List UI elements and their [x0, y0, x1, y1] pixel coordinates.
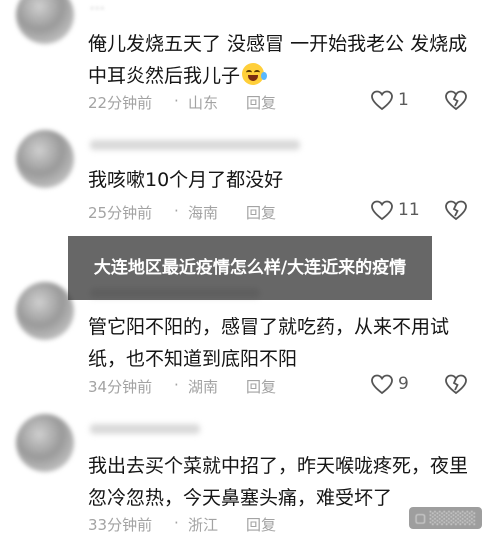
avatar[interactable] [16, 414, 74, 472]
overlay-title: 大连地区最近疫情怎么样/大连近来的疫情 [93, 257, 407, 278]
comment-text-content: 管它阳不阳的，感冒了就吃药，从来不用试纸，也不知道到底阳不阳 [88, 316, 450, 370]
like-count: 11 [398, 200, 420, 220]
comment-location: 湖南 [188, 378, 219, 396]
like-button[interactable]: 11 [370, 199, 420, 221]
dislike-button[interactable] [444, 373, 468, 399]
separator-dot: · [174, 514, 179, 532]
separator-dot: · [174, 202, 179, 220]
reply-button[interactable]: 回复 [246, 92, 276, 113]
dislike-button[interactable] [444, 89, 468, 115]
reply-button[interactable]: 回复 [246, 376, 276, 397]
laughing-tears-emoji-icon [242, 63, 268, 85]
comment-meta: 22分钟前 · 山东 回复 1 [88, 89, 480, 116]
broken-heart-icon [445, 200, 467, 221]
broken-heart-icon [445, 374, 467, 395]
title-overlay: 大连地区最近疫情怎么样/大连近来的疫情 [68, 236, 432, 300]
comment-time: 22分钟前 [88, 94, 153, 112]
username[interactable]: ··· [90, 2, 105, 17]
comment-time: 33分钟前 [88, 516, 153, 534]
comment-text: 俺儿发烧五天了 没感冒 一开始我老公 发烧成中耳炎然后我儿子 [88, 28, 468, 92]
username-blur [90, 140, 300, 150]
dislike-button[interactable] [444, 199, 468, 225]
like-button[interactable]: 1 [370, 89, 409, 111]
comment-location: 浙江 [188, 516, 219, 534]
heart-outline-icon [371, 200, 393, 221]
heart-outline-icon [371, 90, 393, 111]
comment-time: 25分钟前 [88, 204, 153, 222]
watermark-logo: ▢ ░░░░░ [414, 511, 476, 525]
like-count: 9 [398, 374, 409, 394]
like-button[interactable]: 9 [370, 373, 409, 395]
reply-button[interactable]: 回复 [246, 202, 276, 223]
broken-heart-icon [445, 90, 467, 111]
comment-text: 我咳嗽10个月了都没好 [88, 164, 468, 196]
like-count: 1 [398, 90, 409, 110]
comment-location: 山东 [188, 94, 219, 112]
comment-text: 管它阳不阳的，感冒了就吃药，从来不用试纸，也不知道到底阳不阳 [88, 311, 468, 375]
heart-outline-icon [371, 374, 393, 395]
reply-button[interactable]: 回复 [246, 514, 276, 535]
avatar[interactable] [16, 130, 74, 188]
username-blur [90, 424, 200, 434]
avatar[interactable] [16, 0, 74, 44]
comment-text-content: 我咳嗽10个月了都没好 [88, 169, 284, 191]
comment-meta: 34分钟前 · 湖南 回复 9 [88, 373, 480, 400]
avatar[interactable] [16, 282, 74, 340]
comment-meta: 25分钟前 · 海南 回复 11 [88, 199, 480, 226]
watermark: ▢ ░░░░░ [408, 507, 482, 529]
comment-text-content: 我出去买个菜就中招了，昨天喉咙疼死，夜里忽冷忽热，今天鼻塞头痛，难受坏了 [88, 455, 469, 509]
comment-text-content: 俺儿发烧五天了 没感冒 一开始我老公 发烧成中耳炎然后我儿子 [88, 33, 468, 87]
comment-time: 34分钟前 [88, 378, 153, 396]
separator-dot: · [174, 376, 179, 394]
separator-dot: · [174, 92, 179, 110]
comment-location: 海南 [188, 204, 219, 222]
comment-text: 我出去买个菜就中招了，昨天喉咙疼死，夜里忽冷忽热，今天鼻塞头痛，难受坏了 [88, 450, 468, 514]
